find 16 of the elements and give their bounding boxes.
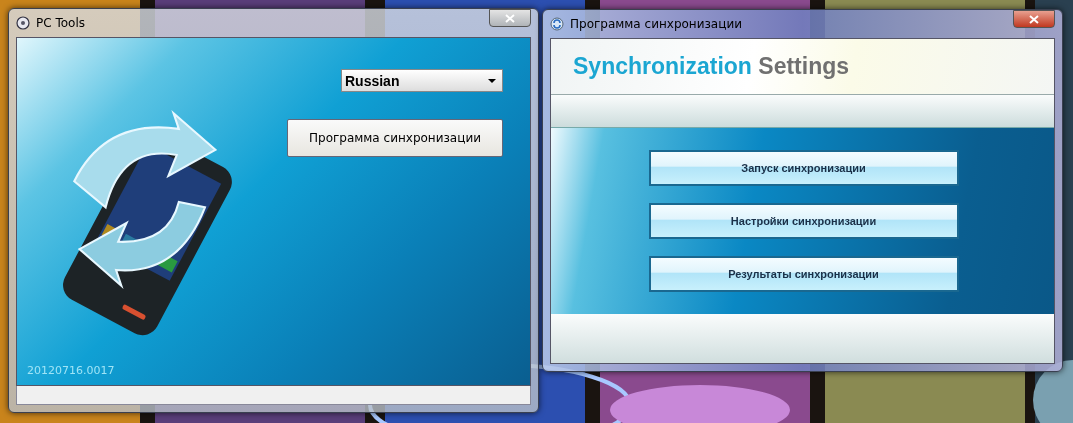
sync-program-button[interactable]: Программа синхронизации (287, 119, 503, 157)
version-label: 20120716.0017 (27, 364, 115, 377)
language-dropdown[interactable]: Russian (341, 69, 503, 92)
sync-icon (550, 17, 564, 31)
close-icon (1029, 14, 1039, 24)
window-title: Программа синхронизации (570, 17, 743, 31)
close-icon (505, 13, 515, 23)
menu-button[interactable]: Результаты синхронизации (648, 256, 959, 292)
window-title: PC Tools (36, 16, 86, 30)
caret-icon (488, 78, 496, 83)
page-heading: Synchronization Settings (573, 53, 850, 80)
disc-icon (16, 16, 30, 30)
close-button[interactable] (489, 9, 531, 27)
menu-button[interactable]: Настройки синхронизации (648, 203, 959, 239)
menu-button[interactable]: Запуск синхронизации (648, 150, 959, 186)
close-button[interactable] (1013, 10, 1055, 28)
